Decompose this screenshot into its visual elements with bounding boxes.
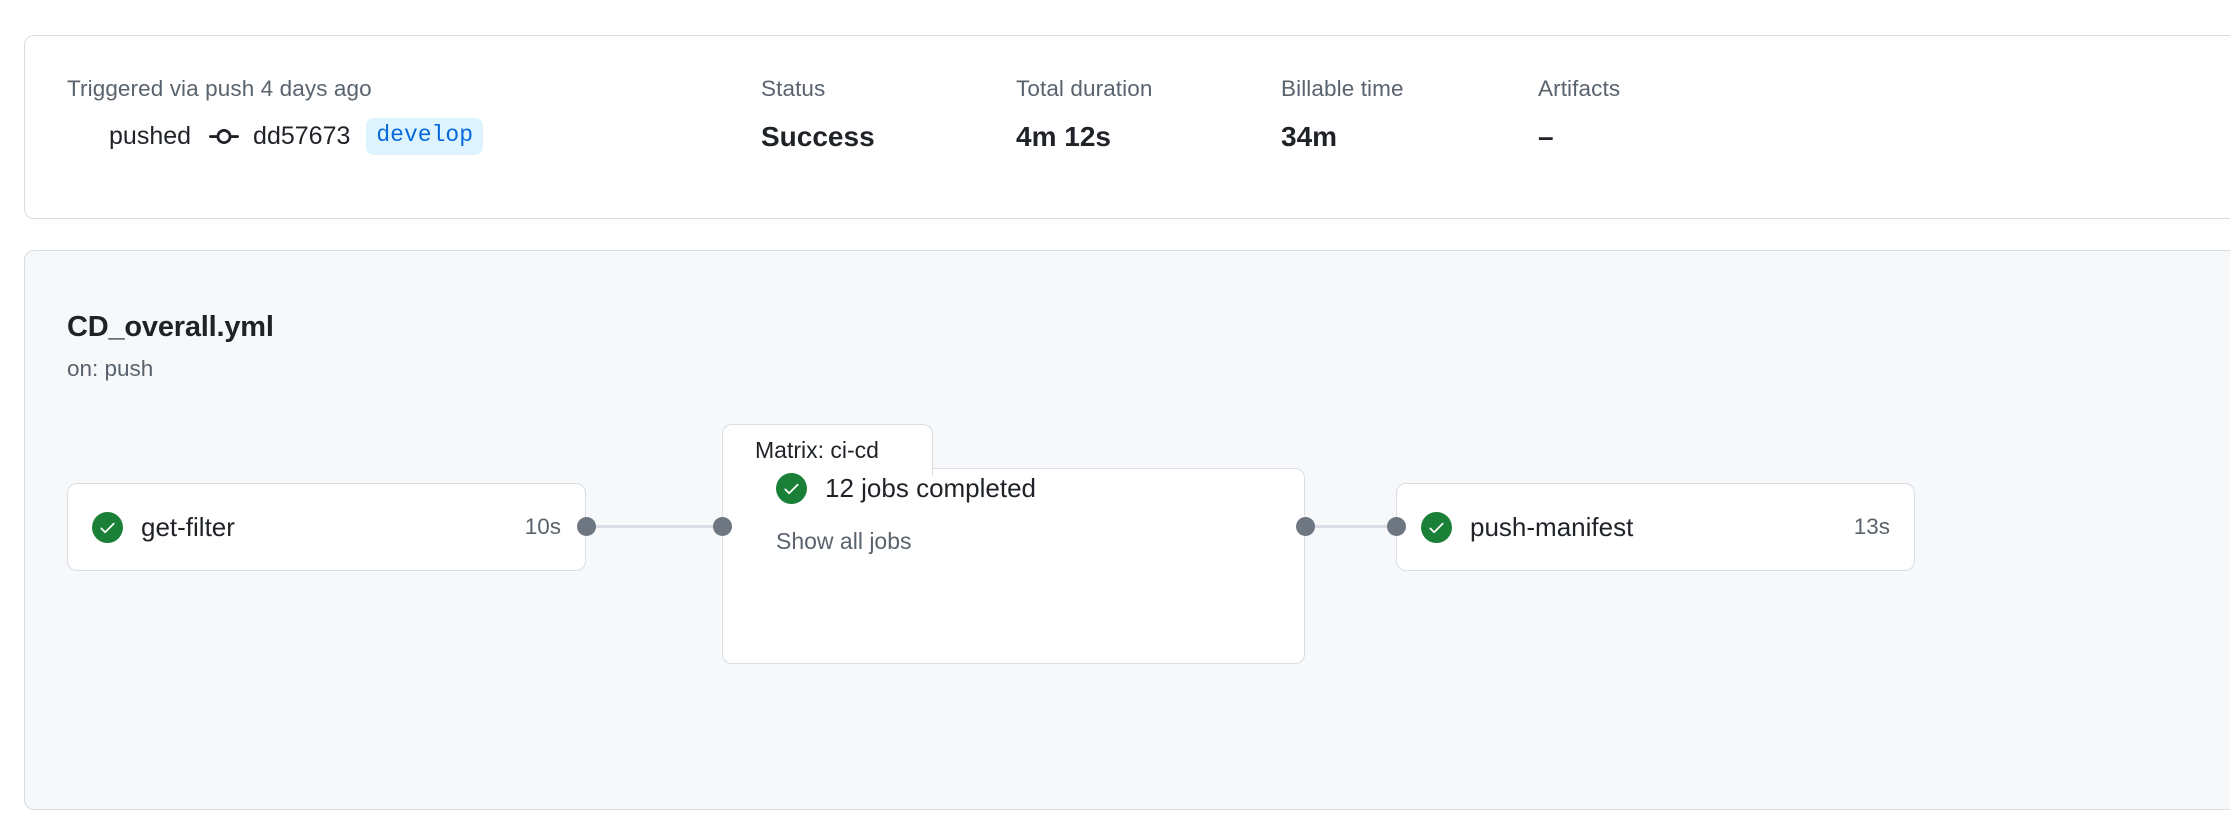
trigger-label: Triggered via push 4 days ago bbox=[67, 74, 761, 104]
commit-sha-link[interactable]: dd57673 bbox=[253, 122, 350, 151]
connector-dot-matrix-input bbox=[713, 517, 732, 536]
artifacts-column: Artifacts – bbox=[1538, 74, 1778, 156]
workflow-file-title: CD_overall.yml bbox=[67, 311, 274, 344]
status-label: Status bbox=[761, 74, 1016, 104]
actor-action-text: pushed bbox=[109, 122, 191, 151]
job-name-label: get-filter bbox=[141, 512, 525, 543]
billable-time-label: Billable time bbox=[1281, 74, 1538, 104]
branch-badge[interactable]: develop bbox=[366, 118, 483, 155]
total-duration-column: Total duration 4m 12s bbox=[1016, 74, 1281, 156]
matrix-tab-seam bbox=[723, 468, 932, 471]
matrix-jobs-completed-label: 12 jobs completed bbox=[825, 473, 1036, 504]
job-duration-label: 10s bbox=[525, 514, 561, 540]
job-node-get-filter[interactable]: get-filter 10s bbox=[67, 483, 586, 571]
artifacts-label: Artifacts bbox=[1538, 74, 1778, 104]
connector-dot-matrix-output bbox=[1296, 517, 1315, 536]
matrix-tab-label: Matrix: ci-cd bbox=[755, 437, 879, 464]
status-column: Status Success bbox=[761, 74, 1016, 156]
trigger-column: Triggered via push 4 days ago pushed dd5… bbox=[67, 74, 761, 155]
total-duration-label: Total duration bbox=[1016, 74, 1281, 104]
billable-time-column: Billable time 34m bbox=[1281, 74, 1538, 156]
edge-get-filter-to-matrix bbox=[592, 525, 720, 528]
job-name-label: push-manifest bbox=[1470, 512, 1854, 543]
check-circle-icon bbox=[92, 512, 123, 543]
run-summary-card: Triggered via push 4 days ago pushed dd5… bbox=[24, 35, 2230, 219]
edge-matrix-to-push-manifest bbox=[1310, 525, 1394, 528]
billable-time-value: 34m bbox=[1281, 119, 1538, 155]
job-node-matrix-ci-cd[interactable]: Matrix: ci-cd 12 jobs completed Show all… bbox=[722, 424, 1305, 631]
status-value: Success bbox=[761, 119, 1016, 155]
connector-dot-get-filter-output bbox=[577, 517, 596, 536]
artifacts-value: – bbox=[1538, 119, 1778, 155]
workflow-trigger-subtitle: on: push bbox=[67, 356, 153, 382]
workflow-graph-panel: CD_overall.yml on: push get-filter 10s M… bbox=[24, 250, 2230, 810]
matrix-jobs-row: 12 jobs completed bbox=[776, 473, 1036, 504]
job-node-push-manifest[interactable]: push-manifest 13s bbox=[1396, 483, 1915, 571]
total-duration-value: 4m 12s bbox=[1016, 119, 1281, 155]
git-commit-icon bbox=[209, 122, 239, 152]
workflow-run-page: Triggered via push 4 days ago pushed dd5… bbox=[0, 0, 2230, 816]
check-circle-icon bbox=[776, 473, 807, 504]
run-summary-grid: Triggered via push 4 days ago pushed dd5… bbox=[67, 74, 2230, 156]
job-duration-label: 13s bbox=[1854, 514, 1890, 540]
check-circle-icon bbox=[1421, 512, 1452, 543]
connector-dot-push-manifest-input bbox=[1387, 517, 1406, 536]
trigger-detail-row: pushed dd57673 develop bbox=[67, 118, 761, 155]
show-all-jobs-link[interactable]: Show all jobs bbox=[776, 528, 912, 555]
